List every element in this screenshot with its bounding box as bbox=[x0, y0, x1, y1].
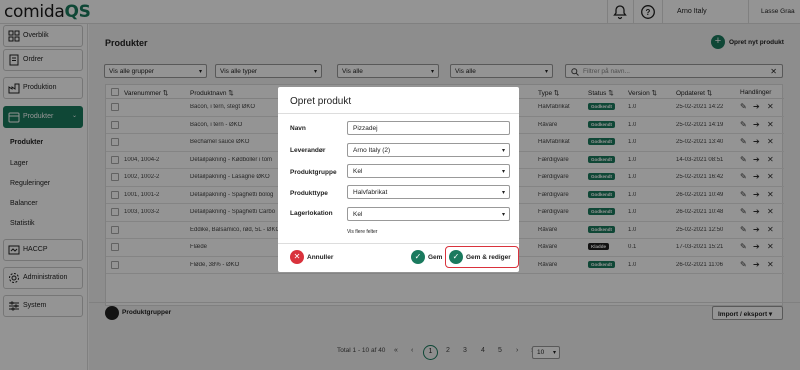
chevron-down-icon: ▾ bbox=[501, 212, 505, 218]
close-icon: ✕ bbox=[290, 250, 304, 264]
supplier-label: Leverandør bbox=[290, 147, 326, 154]
chevron-down-icon: ▾ bbox=[501, 148, 505, 154]
name-input[interactable]: Pizzadej bbox=[347, 121, 510, 135]
check-icon: ✓ bbox=[411, 250, 425, 264]
product-group-label: Produktgruppe bbox=[290, 169, 337, 176]
product-group-select[interactable]: Kel ▾ bbox=[347, 164, 510, 178]
storage-location-select[interactable]: Kel ▾ bbox=[347, 207, 510, 221]
chevron-down-icon: ▾ bbox=[501, 190, 505, 196]
product-type-label: Produkttype bbox=[290, 190, 328, 197]
chevron-down-icon: ▾ bbox=[501, 169, 505, 175]
divider bbox=[278, 113, 519, 114]
storage-location-label: Lagerlokation bbox=[290, 210, 333, 217]
show-more-fields-link[interactable]: Vis flere felter bbox=[347, 229, 377, 235]
supplier-select[interactable]: Arno Italy (2) ▾ bbox=[347, 143, 510, 157]
check-icon: ✓ bbox=[449, 250, 463, 264]
dialog-title: Opret produkt bbox=[290, 96, 352, 107]
divider bbox=[278, 243, 519, 244]
create-product-dialog: Opret produkt Navn Pizzadej Leverandør A… bbox=[278, 87, 519, 272]
product-type-select[interactable]: Halvfabrikat ▾ bbox=[347, 185, 510, 199]
name-label: Navn bbox=[290, 125, 306, 132]
